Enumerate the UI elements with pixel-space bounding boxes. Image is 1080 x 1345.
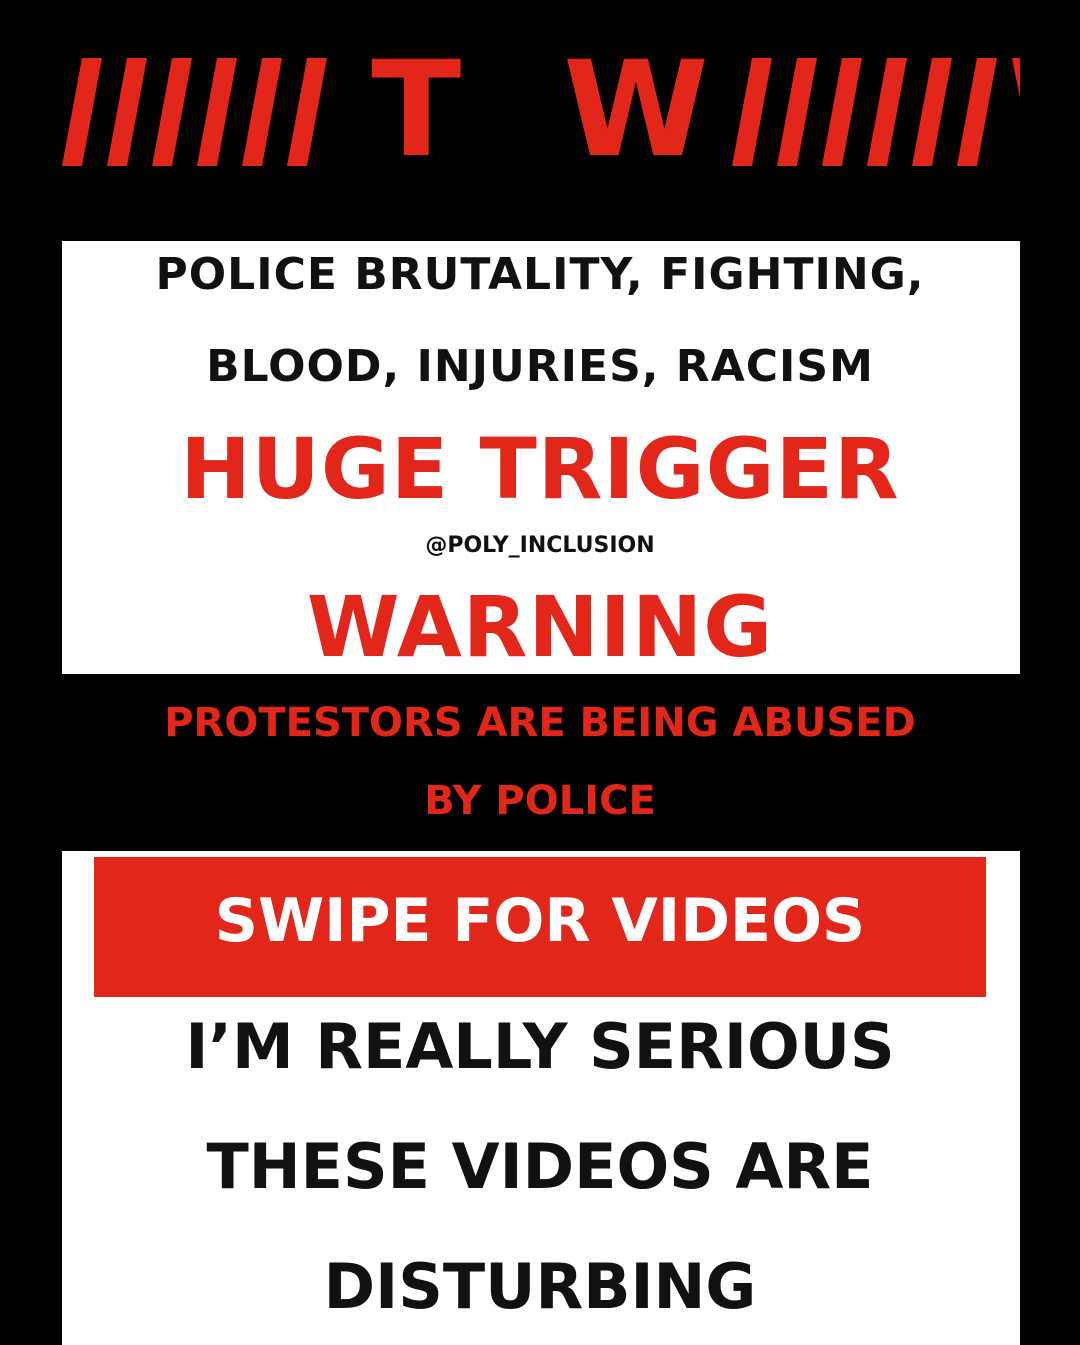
tw-heading: T W <box>371 33 737 187</box>
serious-line-3: DISTURBING <box>323 1250 757 1323</box>
headline-warning: WARNING <box>306 578 774 676</box>
serious-line-2: THESE VIDEOS ARE <box>206 1130 874 1203</box>
account-handle: @POLY_INCLUSION <box>425 533 655 558</box>
topics-line-1: POLICE BRUTALITY, FIGHTING, <box>155 249 925 300</box>
notice-line-2: BY POLICE <box>424 778 656 824</box>
topics-line-2: BLOOD, INJURIES, RACISM <box>206 341 874 392</box>
headline-huge-trigger: HUGE TRIGGER <box>180 420 900 518</box>
swipe-label: SWIPE FOR VIDEOS <box>214 886 866 956</box>
notice-line-1: PROTESTORS ARE BEING ABUSED <box>164 700 916 746</box>
serious-line-1: I’M REALLY SERIOUS <box>185 1010 895 1083</box>
